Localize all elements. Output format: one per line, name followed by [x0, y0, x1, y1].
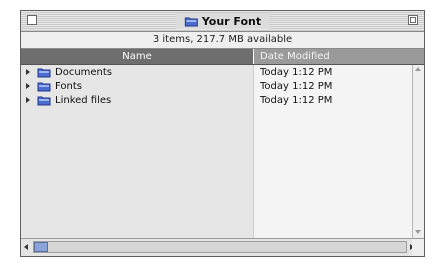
folder-icon — [184, 16, 198, 27]
disclosure-triangle-icon[interactable] — [26, 69, 30, 75]
info-bar: 3 items, 217.7 MB available — [21, 32, 424, 49]
item-date: Today 1:12 PM — [260, 81, 333, 92]
zoom-box-icon[interactable] — [408, 15, 418, 25]
disclosure-triangle-icon[interactable] — [26, 97, 30, 103]
scroll-thumb[interactable] — [34, 242, 48, 252]
finder-window: Your Font 3 items, 217.7 MB available Na… — [20, 10, 425, 257]
scroll-left-icon[interactable] — [24, 244, 28, 250]
column-header-name[interactable]: Name — [21, 49, 254, 64]
list-item[interactable]: Linked files Today 1:12 PM — [21, 94, 412, 107]
folder-icon — [37, 95, 51, 110]
title-bar[interactable]: Your Font — [21, 11, 424, 32]
item-name: Linked files — [55, 95, 112, 106]
disclosure-triangle-icon[interactable] — [26, 83, 30, 89]
scroll-track[interactable] — [33, 241, 407, 253]
resize-grip-icon[interactable] — [412, 239, 424, 256]
list-item[interactable]: Documents Today 1:12 PM — [21, 66, 412, 79]
close-box-icon[interactable] — [27, 15, 37, 25]
item-name: Fonts — [55, 81, 82, 92]
window-title: Your Font — [175, 13, 270, 29]
scroll-up-icon[interactable] — [415, 67, 421, 71]
column-header: Name Date Modified — [21, 49, 424, 65]
column-header-date[interactable]: Date Modified — [254, 49, 424, 64]
list-item[interactable]: Fonts Today 1:12 PM — [21, 80, 412, 93]
item-name: Documents — [55, 67, 113, 78]
horizontal-scrollbar[interactable] — [21, 238, 424, 256]
file-list: Documents Today 1:12 PM Fonts Today 1:12… — [21, 65, 424, 238]
scroll-down-icon[interactable] — [415, 230, 421, 234]
item-date: Today 1:12 PM — [260, 67, 333, 78]
vertical-scrollbar[interactable] — [412, 65, 424, 238]
item-date: Today 1:12 PM — [260, 95, 333, 106]
window-title-text: Your Font — [201, 14, 262, 28]
page: Your Font 3 items, 217.7 MB available Na… — [0, 0, 445, 267]
